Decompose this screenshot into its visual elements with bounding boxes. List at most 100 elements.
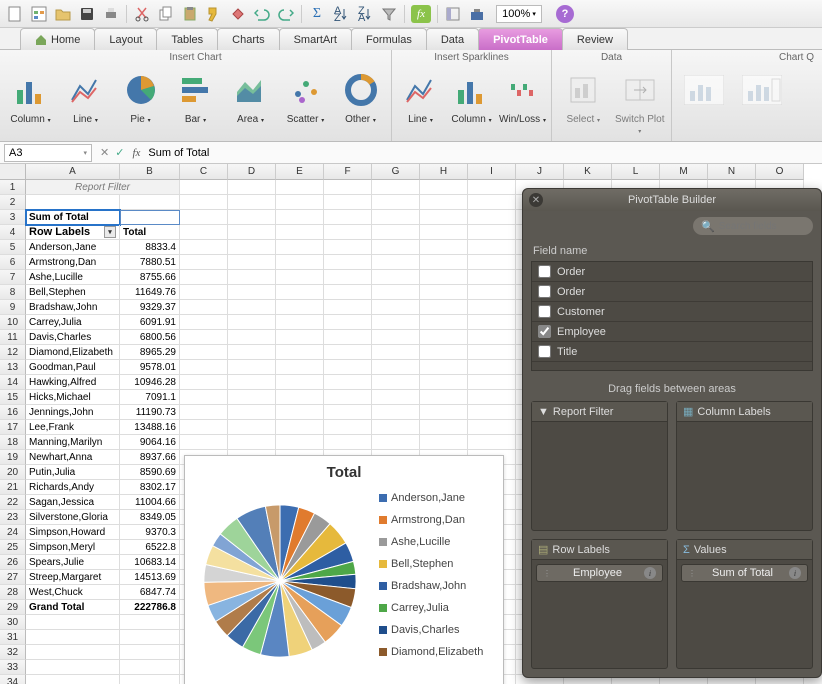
cell[interactable]: Bell,Stephen xyxy=(26,285,120,300)
row-header-10[interactable]: 10 xyxy=(0,315,26,330)
row-header-2[interactable]: 2 xyxy=(0,195,26,210)
row-header-13[interactable]: 13 xyxy=(0,360,26,375)
cell[interactable] xyxy=(468,255,516,270)
row-header-14[interactable]: 14 xyxy=(0,375,26,390)
col-header-D[interactable]: D xyxy=(228,164,276,180)
cell[interactable] xyxy=(372,435,420,450)
col-header-B[interactable]: B xyxy=(120,164,180,180)
cell[interactable] xyxy=(420,270,468,285)
cell[interactable] xyxy=(468,360,516,375)
cell[interactable]: 8349.05 xyxy=(120,510,180,525)
cell[interactable] xyxy=(276,390,324,405)
cell[interactable] xyxy=(372,210,420,225)
cell[interactable] xyxy=(228,375,276,390)
cell[interactable] xyxy=(372,330,420,345)
cell[interactable] xyxy=(276,435,324,450)
sort-asc-icon[interactable]: AZ xyxy=(332,5,350,23)
cell[interactable] xyxy=(120,195,180,210)
tab-formulas[interactable]: Formulas xyxy=(351,28,427,50)
cell[interactable] xyxy=(324,270,372,285)
clear-icon[interactable] xyxy=(229,5,247,23)
cell[interactable] xyxy=(276,360,324,375)
cell[interactable] xyxy=(324,375,372,390)
undo-icon[interactable] xyxy=(253,5,271,23)
cell[interactable]: 7880.51 xyxy=(120,255,180,270)
sort-desc-icon[interactable]: ZA xyxy=(356,5,374,23)
row-header-31[interactable]: 31 xyxy=(0,630,26,645)
cell[interactable] xyxy=(180,360,228,375)
cell[interactable] xyxy=(324,345,372,360)
cell[interactable] xyxy=(372,180,420,195)
cut-icon[interactable] xyxy=(133,5,151,23)
cell[interactable]: Spears,Julie xyxy=(26,555,120,570)
cell[interactable] xyxy=(120,660,180,675)
cell[interactable]: 9370.3 xyxy=(120,525,180,540)
cell[interactable]: Carrey,Julia xyxy=(26,315,120,330)
cell[interactable] xyxy=(372,345,420,360)
tab-home[interactable]: Home xyxy=(20,28,95,50)
cell[interactable] xyxy=(276,330,324,345)
cell[interactable] xyxy=(324,300,372,315)
ribbon-btn-area[interactable]: Area ▾ xyxy=(224,66,277,138)
checkbox[interactable] xyxy=(538,325,551,338)
col-header-F[interactable]: F xyxy=(324,164,372,180)
cell[interactable] xyxy=(228,360,276,375)
cell[interactable] xyxy=(26,195,120,210)
ptb-search[interactable]: 🔍 xyxy=(693,217,813,235)
cell[interactable]: Davis,Charles xyxy=(26,330,120,345)
cell[interactable] xyxy=(276,180,324,195)
cell[interactable]: 7091.1 xyxy=(120,390,180,405)
cell[interactable] xyxy=(276,420,324,435)
cell[interactable] xyxy=(324,360,372,375)
cell[interactable]: 222786.8 xyxy=(120,600,180,615)
cell[interactable] xyxy=(276,195,324,210)
cell[interactable] xyxy=(276,225,324,240)
cell[interactable]: Sagan,Jessica xyxy=(26,495,120,510)
cell[interactable] xyxy=(228,255,276,270)
cell[interactable]: Sum of Total xyxy=(26,210,120,225)
cell[interactable] xyxy=(228,225,276,240)
cell[interactable] xyxy=(372,285,420,300)
cell[interactable]: 8833.4 xyxy=(120,240,180,255)
cell[interactable] xyxy=(324,210,372,225)
cell[interactable] xyxy=(120,615,180,630)
cell[interactable]: 8965.29 xyxy=(120,345,180,360)
cell[interactable] xyxy=(324,330,372,345)
col-header-H[interactable]: H xyxy=(420,164,468,180)
cell[interactable]: Simpson,Howard xyxy=(26,525,120,540)
col-header-L[interactable]: L xyxy=(612,164,660,180)
cell[interactable] xyxy=(228,405,276,420)
embedded-pie-chart[interactable]: Total Anderson,JaneArmstrong,DanAshe,Luc… xyxy=(184,455,504,684)
cell[interactable] xyxy=(276,300,324,315)
ribbon-btn-scatter[interactable]: Scatter ▾ xyxy=(279,66,332,138)
col-header-E[interactable]: E xyxy=(276,164,324,180)
ptb-field-order[interactable]: Order xyxy=(532,282,812,302)
cell[interactable] xyxy=(180,315,228,330)
row-header-3[interactable]: 3 xyxy=(0,210,26,225)
cell[interactable] xyxy=(420,330,468,345)
tab-layout[interactable]: Layout xyxy=(94,28,157,50)
row-header-19[interactable]: 19 xyxy=(0,450,26,465)
cell[interactable] xyxy=(468,345,516,360)
cell[interactable]: 9329.37 xyxy=(120,300,180,315)
col-header-O[interactable]: O xyxy=(756,164,804,180)
cell[interactable]: Anderson,Jane xyxy=(26,240,120,255)
ribbon-btn-bar[interactable]: Bar ▾ xyxy=(169,66,222,138)
cell[interactable] xyxy=(276,315,324,330)
ribbon-btn-column[interactable]: Column ▾ xyxy=(447,66,496,138)
cell[interactable] xyxy=(180,195,228,210)
row-header-6[interactable]: 6 xyxy=(0,255,26,270)
cell[interactable] xyxy=(276,285,324,300)
cell[interactable] xyxy=(468,420,516,435)
cell[interactable]: Silverstone,Gloria xyxy=(26,510,120,525)
cell[interactable]: Newhart,Anna xyxy=(26,450,120,465)
col-header-A[interactable]: A xyxy=(26,164,120,180)
ptb-area-column-labels[interactable]: ▦Column Labels xyxy=(676,401,813,531)
cell[interactable] xyxy=(180,420,228,435)
zoom-select[interactable]: 100%▾ xyxy=(496,5,542,23)
row-header-20[interactable]: 20 xyxy=(0,465,26,480)
cell[interactable] xyxy=(276,240,324,255)
cell[interactable]: Grand Total xyxy=(26,600,120,615)
save-icon[interactable] xyxy=(78,5,96,23)
cell[interactable] xyxy=(276,345,324,360)
